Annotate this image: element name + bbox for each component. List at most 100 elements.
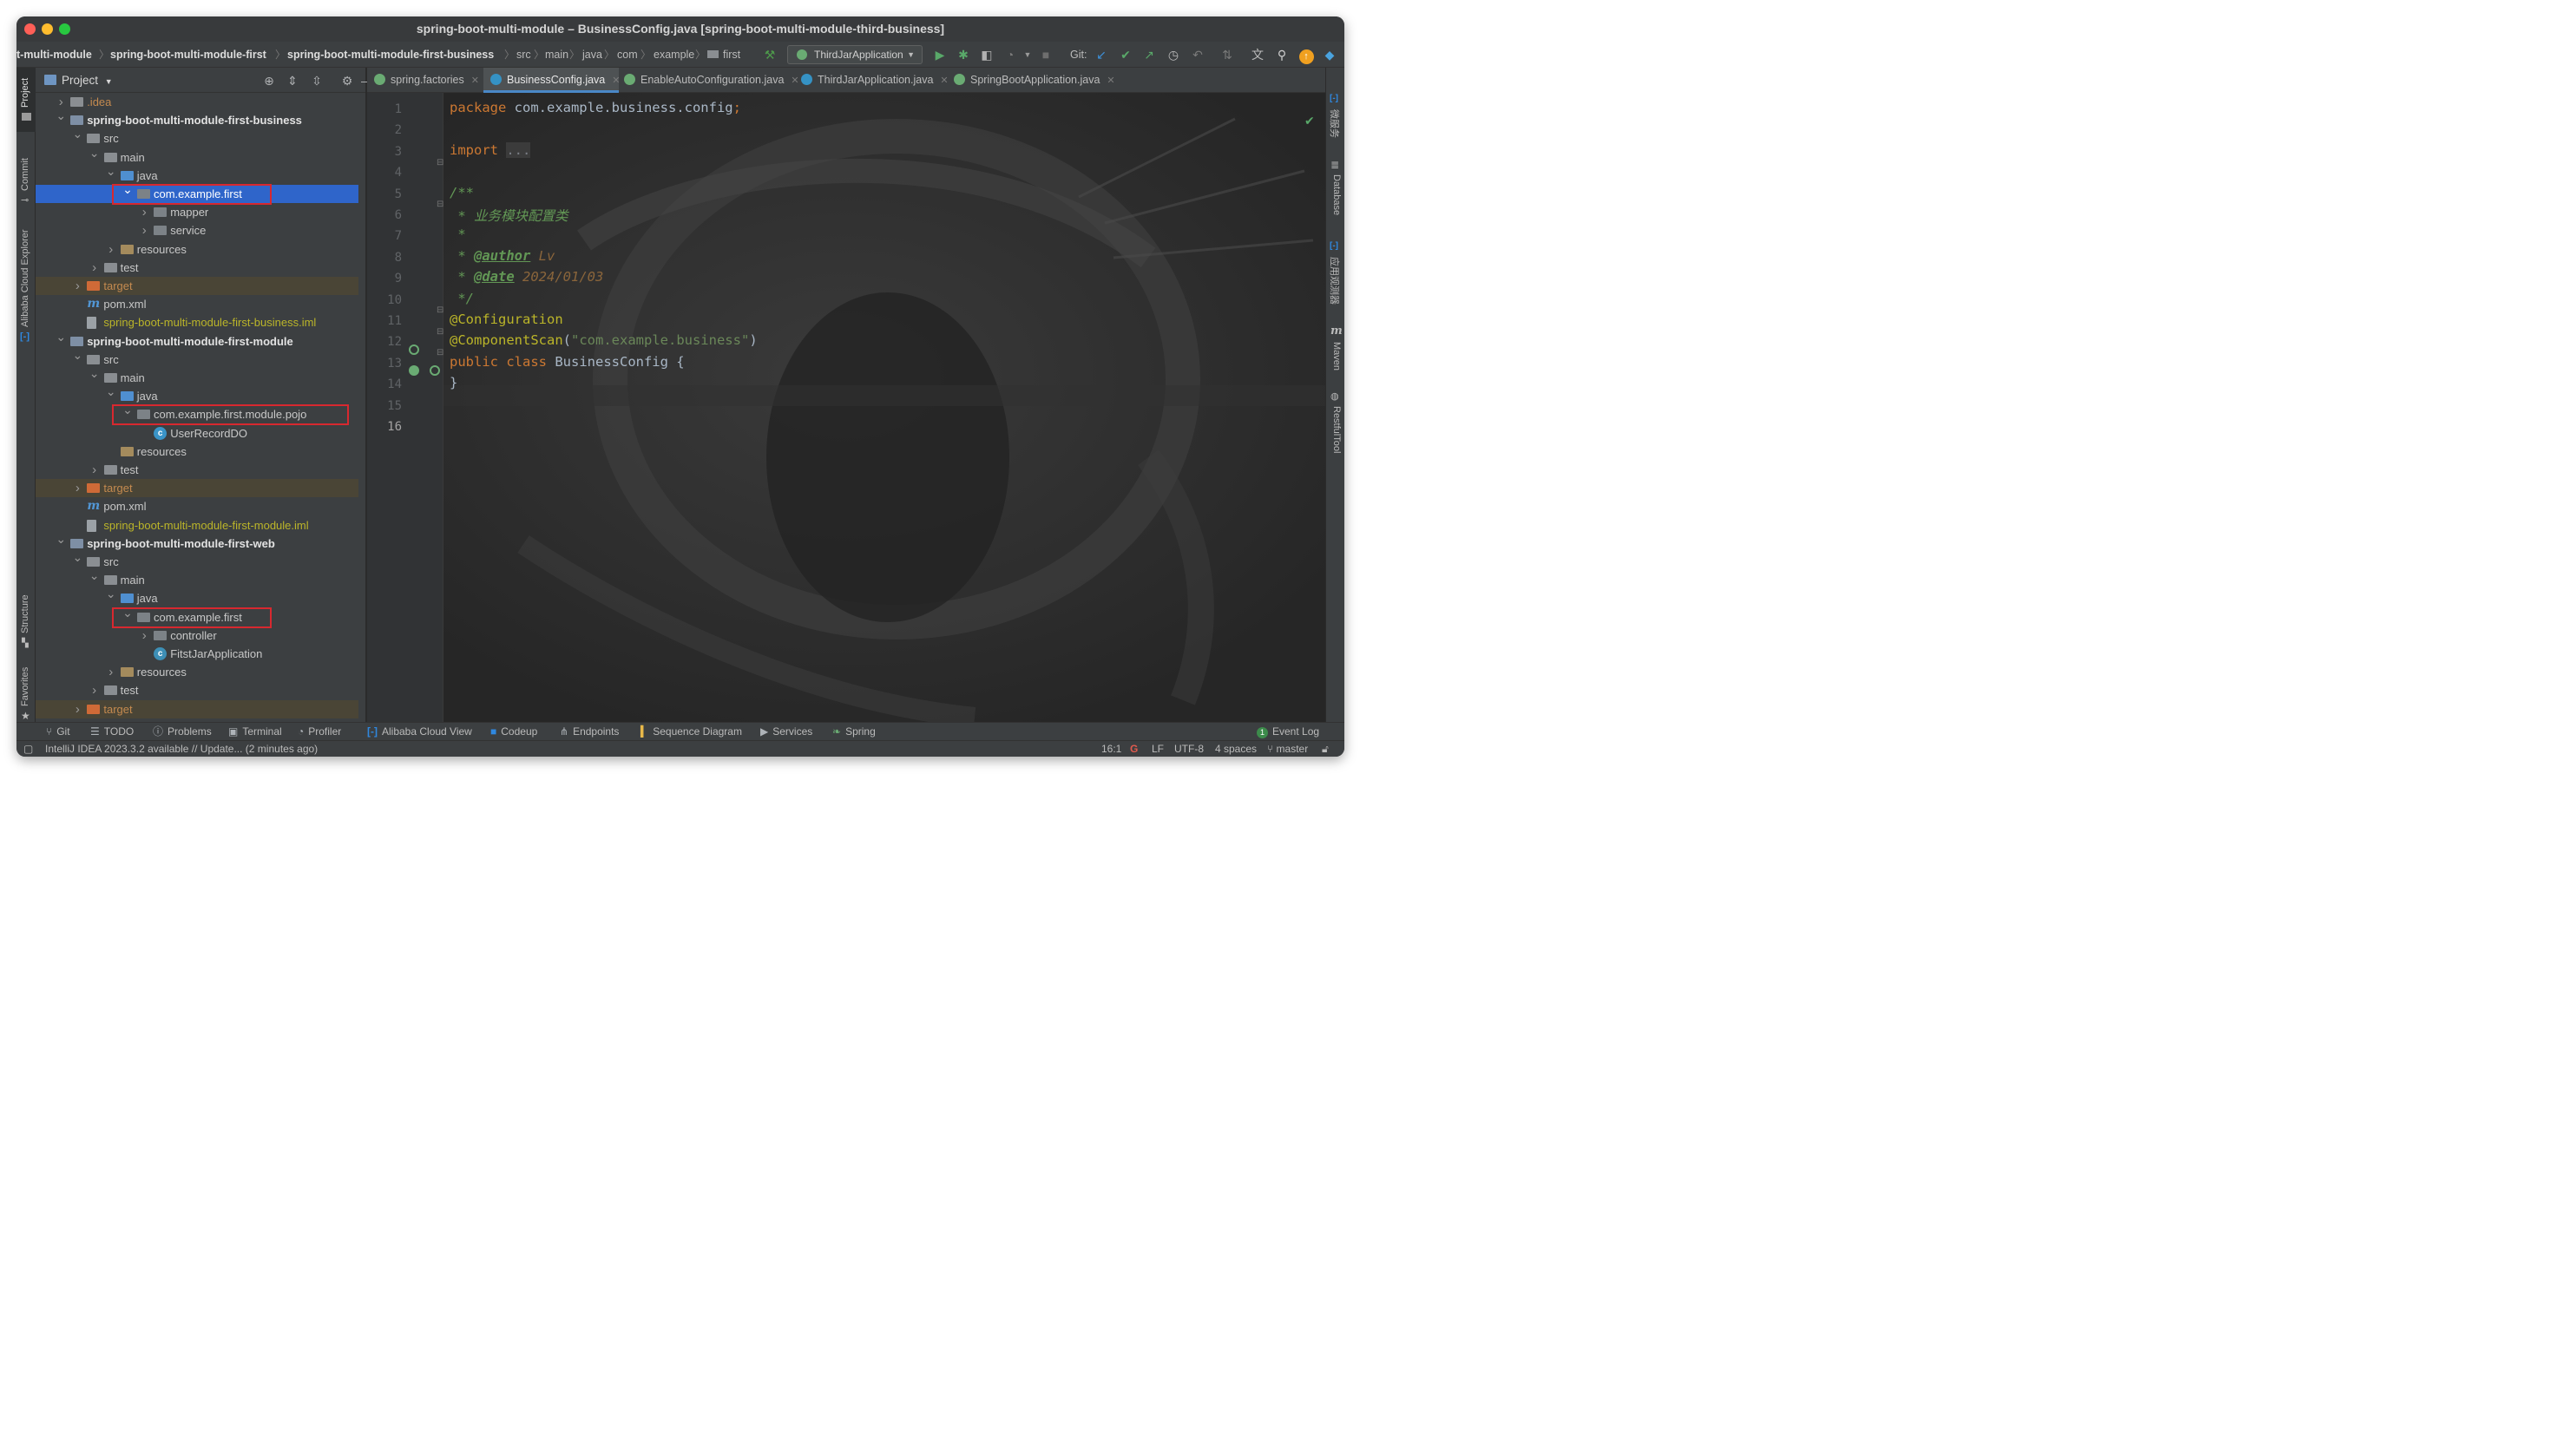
lock-icon[interactable]: 🔓︎	[1322, 741, 1329, 757]
app-observer-tool-tab[interactable]: [-] 应用观测器	[1326, 241, 1344, 311]
event-log-button[interactable]: 1 Event Log	[1257, 723, 1319, 741]
chevron-down-icon[interactable]: ⌄	[89, 567, 101, 585]
minimize-window-button[interactable]	[42, 23, 53, 35]
tree-item[interactable]: c FitstJarApplication	[36, 645, 358, 663]
tree-item[interactable]: › test	[36, 461, 358, 479]
breadcrumb-src[interactable]: src	[516, 42, 531, 68]
chevron-down-icon[interactable]: ⌄	[105, 383, 117, 401]
rollback-icon[interactable]: ↶	[1188, 45, 1207, 64]
indent-setting[interactable]: 4 spaces	[1215, 741, 1257, 757]
tree-item[interactable]: spring-boot-multi-module-first-module.im…	[36, 516, 358, 535]
tree-item[interactable]: spring-boot-multi-module-first-business.…	[36, 313, 358, 331]
plugin-icon[interactable]: ◆	[1320, 45, 1339, 64]
fold-marker[interactable]: ⊟	[437, 348, 443, 357]
chevron-down-icon[interactable]: ⌄	[71, 346, 83, 364]
tree-item[interactable]: ⌄ java	[36, 587, 358, 607]
code-editor[interactable]: ⊟ ⊟ ⊟ ⊟ ⊟ 1 2 3 4 5 6 7 8 9 10 11 12 13 14 15 16 packag…	[367, 93, 1325, 722]
close-tab-icon[interactable]: ✕	[471, 75, 479, 86]
google-icon[interactable]: G	[1130, 741, 1138, 757]
tree-item[interactable]: › target	[36, 699, 358, 718]
history-icon[interactable]: ◷	[1164, 45, 1183, 64]
fold-marker[interactable]: ⊟	[437, 327, 443, 337]
tree-item[interactable]: resources	[36, 443, 358, 461]
locate-icon[interactable]: ⊕	[260, 72, 278, 89]
tree-item[interactable]: › controller	[36, 626, 358, 645]
breadcrumb-example[interactable]: example	[654, 42, 694, 68]
toggle-tool-windows-icon[interactable]: ▢	[23, 741, 33, 757]
chevron-right-icon[interactable]: ›	[71, 479, 83, 497]
run-icon[interactable]: ▶	[930, 45, 949, 64]
close-tab-icon[interactable]: ✕	[791, 75, 798, 86]
chevron-down-icon[interactable]: ⌄	[55, 328, 67, 346]
chevron-right-icon[interactable]: ›	[89, 259, 101, 277]
tab-business-config[interactable]: BusinessConfig.java ✕	[483, 68, 620, 93]
git-branch-widget[interactable]: ⑂ master	[1267, 741, 1308, 757]
tree-item[interactable]: › target	[36, 277, 358, 296]
chevron-right-icon[interactable]: ›	[138, 221, 150, 239]
git-push-icon[interactable]: ↗	[1140, 45, 1159, 64]
breadcrumb-main[interactable]: main	[545, 42, 568, 68]
search-icon[interactable]: ⚲	[1272, 45, 1291, 64]
maven-tool-tab[interactable]: m Maven	[1326, 325, 1344, 377]
breadcrumb-first[interactable]: first	[707, 42, 740, 68]
tree-item[interactable]: › test	[36, 259, 358, 277]
chevron-down-icon[interactable]: ⌄	[105, 162, 117, 180]
git-tool-button[interactable]: ⑂ Git	[46, 723, 70, 741]
run-configuration-select[interactable]: ThirdJarApplication ▼	[787, 45, 923, 64]
coverage-icon[interactable]: ◧	[977, 45, 996, 64]
fold-marker[interactable]: ⊟	[437, 305, 443, 315]
commit-tool-tab[interactable]: Commit ⊸	[16, 146, 36, 207]
terminal-tool-button[interactable]: ▣ Terminal	[228, 723, 282, 741]
fold-marker[interactable]: ⊟	[437, 158, 443, 167]
tree-item[interactable]: › test	[36, 681, 358, 699]
chevron-down-icon[interactable]: ⌄	[89, 364, 101, 383]
close-tab-icon[interactable]: ✕	[940, 75, 948, 86]
tree-item[interactable]: ⌄ src	[36, 550, 358, 571]
expand-all-icon[interactable]: ⇕	[284, 72, 301, 89]
chevron-right-icon[interactable]: ›	[71, 277, 83, 295]
tree-item[interactable]: m pom.xml	[36, 295, 358, 313]
git-update-icon[interactable]: ↙	[1092, 45, 1111, 64]
collapse-all-icon[interactable]: ⇳	[308, 72, 325, 89]
microservice-tool-tab[interactable]: [-] 微服务	[1326, 94, 1344, 146]
status-message[interactable]: IntelliJ IDEA 2023.3.2 available // Upda…	[45, 741, 318, 757]
chevron-down-icon[interactable]: ⌄	[71, 548, 83, 567]
tree-item[interactable]: › target	[36, 479, 358, 498]
chevron-down-icon[interactable]: ▼	[1018, 45, 1037, 64]
tree-item[interactable]: c UserRecordDO	[36, 424, 358, 443]
codeup-tool-button[interactable]: ■ Codeup	[490, 723, 537, 741]
tree-item[interactable]: › .idea	[36, 93, 358, 111]
tree-item[interactable]: ⌄ spring-boot-multi-module-first-module	[36, 330, 358, 351]
spring-tool-button[interactable]: ❧ Spring	[832, 723, 876, 741]
breadcrumb-submodule[interactable]: spring-boot-multi-module-first-business	[287, 42, 494, 68]
chevron-down-icon[interactable]: ⌄	[55, 107, 67, 125]
caret-position[interactable]: 16:1	[1101, 741, 1121, 757]
database-tool-tab[interactable]: ≣ Database	[1326, 159, 1344, 228]
tree-item[interactable]: ⌄ src	[36, 127, 358, 148]
structure-tool-tab[interactable]: Structure ▚	[16, 588, 36, 653]
chevron-right-icon[interactable]: ›	[89, 461, 101, 479]
services-tool-button[interactable]: ▶ Services	[760, 723, 812, 741]
problems-tool-button[interactable]: ⓘ Problems	[153, 723, 212, 741]
tree-item[interactable]: ⌄ java	[36, 164, 358, 185]
zoom-window-button[interactable]	[59, 23, 70, 35]
project-view-selector[interactable]: Project ▼	[62, 68, 113, 95]
file-encoding[interactable]: UTF-8	[1174, 741, 1204, 757]
tree-item[interactable]: m pom.xml	[36, 497, 358, 515]
chevron-down-icon[interactable]: ⌄	[55, 530, 67, 548]
debug-icon[interactable]: ✱	[954, 45, 973, 64]
close-tab-icon[interactable]: ✕	[1107, 75, 1114, 86]
hammer-icon[interactable]: ⚒	[760, 45, 779, 64]
todo-tool-button[interactable]: ☰ TODO	[90, 723, 134, 741]
tree-item[interactable]: ⌄ main	[36, 568, 358, 589]
close-window-button[interactable]	[24, 23, 36, 35]
chevron-down-icon[interactable]: ⌄	[71, 125, 83, 143]
breadcrumb-module[interactable]: spring-boot-multi-module-first	[110, 42, 266, 68]
chevron-right-icon[interactable]: ›	[89, 681, 101, 699]
spring-bean-icon[interactable]	[409, 365, 419, 376]
tree-item[interactable]: ⌄ main	[36, 366, 358, 387]
alibaba-cloud-view-button[interactable]: [-] Alibaba Cloud View	[367, 723, 472, 741]
chevron-down-icon[interactable]: ⌄	[105, 585, 117, 603]
tab-enable-auto-configuration[interactable]: EnableAutoConfiguration.java ✕	[624, 68, 799, 93]
tree-item[interactable]: › mapper	[36, 203, 358, 221]
